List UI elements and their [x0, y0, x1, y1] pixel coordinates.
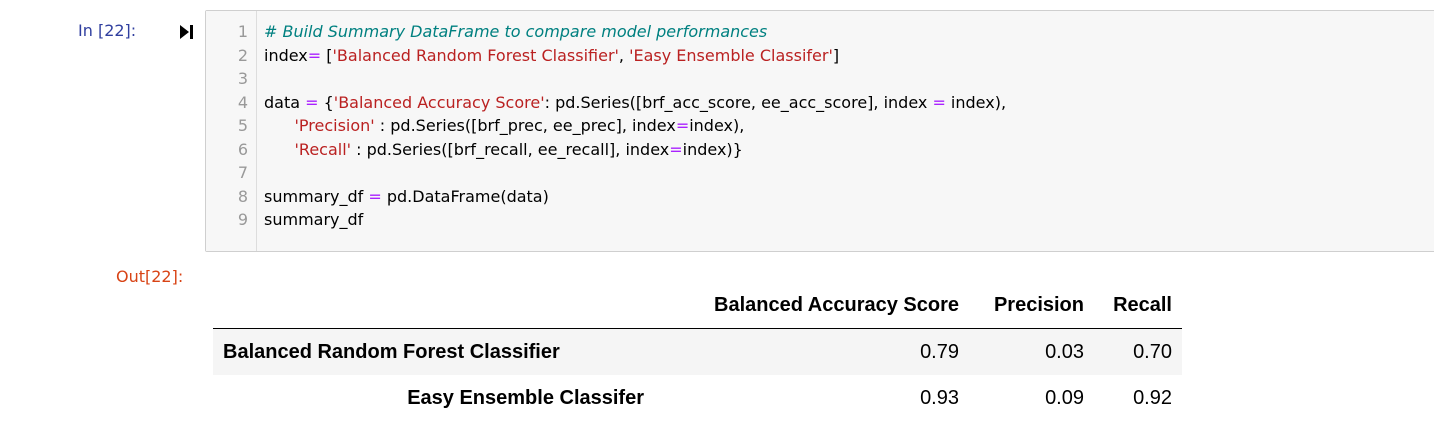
- code-token: data: [264, 92, 306, 112]
- output-dataframe-table: Balanced Accuracy Score Precision Recall…: [213, 282, 1182, 421]
- column-header-balanced-accuracy-score: Balanced Accuracy Score: [654, 282, 969, 329]
- code-token: pd.DataFrame(data): [381, 186, 549, 206]
- column-header-precision: Precision: [969, 282, 1094, 329]
- line-number: 1: [237, 22, 248, 41]
- line-number: 9: [237, 210, 248, 229]
- code-string: 'Balanced Accuracy Score': [333, 92, 545, 112]
- code-token: summary_df: [264, 186, 369, 206]
- code-line[interactable]: 'Precision' : pd.Series([brf_prec, ee_pr…: [264, 116, 745, 136]
- table-cell: 0.93: [920, 386, 959, 409]
- code-token: index),: [945, 92, 1007, 112]
- code-operator: =: [305, 92, 319, 112]
- line-number: 5: [237, 116, 248, 135]
- code-token: index)}: [682, 139, 743, 159]
- code-operator: =: [675, 116, 690, 135]
- table-cell: 0.92: [1133, 386, 1172, 409]
- code-token: index: [264, 45, 308, 65]
- line-number: 2: [237, 45, 248, 65]
- code-operator: =: [669, 139, 683, 159]
- line-number: 8: [237, 186, 248, 206]
- index-header: [213, 282, 654, 329]
- row-index-label: Balanced Random Forest Classifier: [223, 340, 560, 363]
- line-number: 3: [237, 69, 248, 88]
- code-token: [: [321, 45, 333, 65]
- code-string: 'Easy Ensemble Classifer': [629, 45, 833, 65]
- code-operator: =: [307, 45, 322, 65]
- row-index-label: Easy Ensemble Classifer: [407, 386, 644, 409]
- table-row: Easy Ensemble Classifer 0.93 0.09 0.92: [213, 375, 1182, 421]
- code-comment: # Build Summary DataFrame to compare mod…: [264, 22, 768, 41]
- code-string: 'Recall': [294, 139, 352, 159]
- code-line[interactable]: data = {'Balanced Accuracy Score': pd.Se…: [264, 93, 1006, 113]
- code-token: ]: [832, 45, 840, 65]
- code-line[interactable]: 'Recall' : pd.Series([brf_recall, ee_rec…: [264, 140, 743, 160]
- code-token: ,: [618, 45, 630, 65]
- table-cell: 0.70: [1133, 340, 1172, 363]
- column-header-recall: Recall: [1094, 282, 1182, 329]
- code-string: 'Precision': [294, 116, 375, 135]
- code-operator: =: [368, 186, 382, 206]
- code-line[interactable]: # Build Summary DataFrame to compare mod…: [264, 22, 767, 42]
- table-row: Balanced Random Forest Classifier 0.79 0…: [213, 328, 1182, 375]
- code-token: {: [318, 92, 334, 112]
- code-operator: =: [932, 92, 946, 112]
- line-number: 4: [237, 92, 248, 112]
- table-header-row: Balanced Accuracy Score Precision Recall: [213, 282, 1182, 329]
- in-prompt: In [22]:: [78, 21, 137, 40]
- table-cell: 0.09: [1045, 386, 1084, 409]
- line-number: 6: [237, 139, 248, 159]
- step-forward-icon[interactable]: [178, 23, 194, 41]
- table-cell: 0.79: [920, 340, 959, 363]
- code-token: : pd.Series([brf_recall, ee_recall], ind…: [351, 139, 670, 159]
- code-line[interactable]: summary_df: [264, 210, 363, 230]
- code-string: 'Balanced Random Forest Classifier': [332, 45, 619, 65]
- code-token: : pd.Series([brf_acc_score, ee_acc_score…: [544, 92, 933, 112]
- code-line[interactable]: index= ['Balanced Random Forest Classifi…: [264, 46, 839, 66]
- table-cell: 0.03: [1045, 340, 1084, 363]
- out-prompt: Out[22]:: [116, 267, 184, 286]
- code-token: : pd.Series([brf_prec, ee_prec], index: [374, 116, 676, 135]
- code-line[interactable]: summary_df = pd.DataFrame(data): [264, 187, 549, 207]
- line-number: 7: [237, 163, 248, 182]
- code-token: summary_df: [264, 210, 364, 229]
- code-token: index),: [689, 116, 745, 135]
- code-cell-input[interactable]: 1 2 3 4 5 6 7 8 9 # Build Summary DataFrame to c…: [205, 10, 1434, 252]
- line-number-gutter: 1 2 3 4 5 6 7 8 9: [206, 11, 257, 251]
